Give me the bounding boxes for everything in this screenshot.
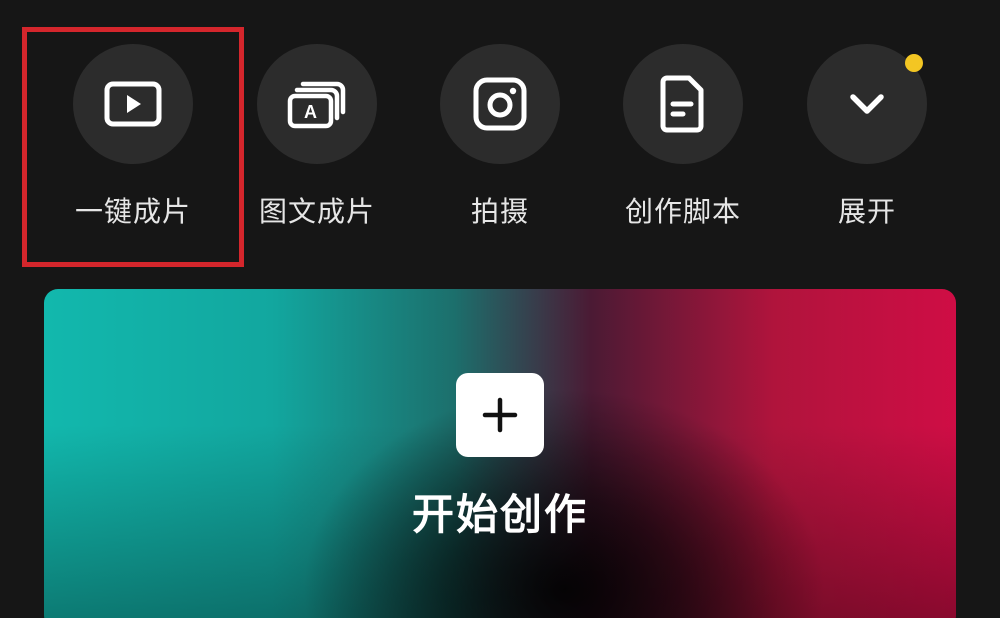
- script-document-icon: [660, 75, 704, 133]
- tool-icon-circle: [73, 44, 193, 164]
- tool-one-click-video[interactable]: 一键成片: [53, 44, 213, 244]
- notification-dot: [905, 54, 923, 72]
- tool-create-script[interactable]: 创作脚本: [603, 44, 763, 244]
- tool-icon-circle: [623, 44, 743, 164]
- tool-icon-circle: [807, 44, 927, 164]
- svg-text:A: A: [304, 102, 317, 122]
- tool-label: 展开: [837, 195, 896, 228]
- camera-icon: [473, 77, 527, 131]
- start-create-label: 开始创作: [411, 490, 588, 539]
- plus-icon: [482, 397, 518, 433]
- tool-image-text-video[interactable]: A 图文成片: [237, 44, 397, 244]
- start-create-button[interactable]: 开始创作: [44, 289, 956, 618]
- chevron-down-icon: [850, 94, 884, 114]
- tool-label: 一键成片: [74, 195, 191, 228]
- plus-button[interactable]: [456, 373, 544, 457]
- tool-shoot[interactable]: 拍摄: [420, 44, 580, 244]
- tool-label: 创作脚本: [624, 195, 741, 228]
- play-video-icon: [104, 81, 162, 127]
- tool-label: 图文成片: [258, 195, 375, 228]
- app-screen: 一键成片 A 图文成片 拍摄 创作脚本 展开 开始创作: [0, 0, 1000, 618]
- tool-expand[interactable]: 展开: [787, 44, 947, 244]
- text-to-video-icon: A: [287, 81, 346, 129]
- tool-icon-circle: [440, 44, 560, 164]
- tool-label: 拍摄: [470, 195, 529, 228]
- tool-icon-circle: A: [257, 44, 377, 164]
